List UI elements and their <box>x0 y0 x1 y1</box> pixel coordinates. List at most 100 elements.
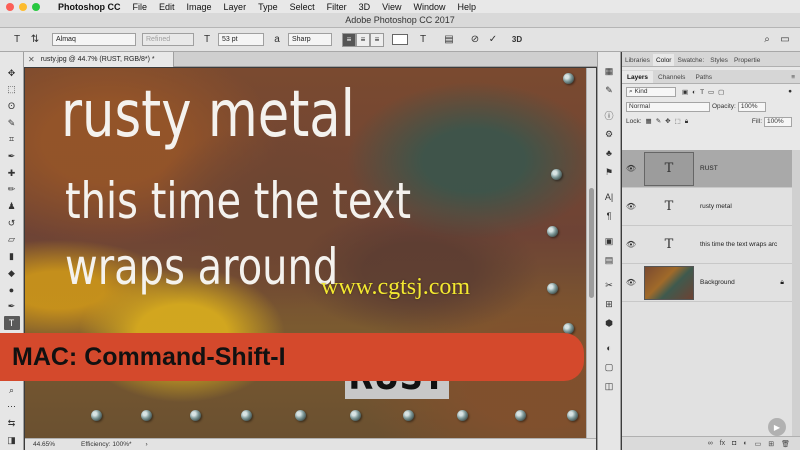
tab-paths[interactable]: Paths <box>690 71 717 83</box>
antialias-select[interactable]: Sharp <box>288 33 332 46</box>
cancel-edit-icon[interactable]: ⊘ <box>468 33 482 47</box>
fx-icon[interactable]: fx <box>720 440 725 447</box>
filter-toggle-icon[interactable]: ● <box>788 88 792 95</box>
status-menu-arrow-icon[interactable]: › <box>146 441 148 448</box>
tool-presets-icon[interactable]: ⚑ <box>602 165 616 179</box>
font-style-select[interactable]: Refined <box>142 33 194 46</box>
menu-layer[interactable]: Layer <box>224 2 247 12</box>
menu-app-name[interactable]: Photoshop CC <box>58 2 121 12</box>
new-group-icon[interactable]: ▭ <box>755 440 762 448</box>
fill-field[interactable]: 100% <box>764 116 792 127</box>
layer-row-rusty-metal[interactable]: 👁︎ T rusty metal <box>622 188 792 226</box>
add-mask-icon[interactable]: ◘ <box>732 440 736 447</box>
close-window-button[interactable] <box>6 2 14 11</box>
menu-edit[interactable]: Edit <box>159 2 175 12</box>
menu-3d[interactable]: 3D <box>359 2 371 12</box>
dodge-tool-icon[interactable]: ● <box>4 283 20 297</box>
eyedropper-tool-icon[interactable]: ✒ <box>4 149 20 163</box>
new-layer-icon[interactable]: ⊞ <box>768 440 774 448</box>
layer-row-wrap-text[interactable]: 👁︎ T this time the text wraps arc <box>622 226 792 264</box>
brush-tool-icon[interactable]: ✏ <box>4 183 20 197</box>
blend-mode-select[interactable]: Normal <box>626 101 710 112</box>
menu-select[interactable]: Select <box>290 2 315 12</box>
tab-layers[interactable]: Layers <box>622 71 653 83</box>
layer-row-rust[interactable]: 👁︎ T RUST <box>622 150 792 188</box>
adjustments-icon[interactable]: ⚙ <box>602 127 616 141</box>
play-icon[interactable]: ▶ <box>768 418 786 436</box>
font-family-select[interactable]: Almaq <box>52 33 136 46</box>
visibility-eye-icon[interactable]: 👁︎ <box>624 240 638 249</box>
tab-properties[interactable]: Propertie <box>731 54 763 66</box>
menu-file[interactable]: File <box>133 2 148 12</box>
menu-window[interactable]: Window <box>413 2 445 12</box>
document-tab[interactable]: ✕ rusty.jpg @ 44.7% (RUST, RGB/8*) * <box>24 52 174 67</box>
search-icon[interactable]: ⌕ <box>760 33 774 47</box>
tab-styles[interactable]: Styles <box>707 54 731 66</box>
marquee-tool-icon[interactable]: ⬚ <box>4 83 20 97</box>
3d-button[interactable]: 3D <box>510 33 524 47</box>
tab-channels[interactable]: Channels <box>653 71 690 83</box>
type-tool-preset-icon[interactable]: T <box>10 33 24 47</box>
layer-row-background[interactable]: 👁︎ Background 🔒︎ <box>622 264 792 302</box>
filter-type-icons[interactable]: ▣◐T▭▢ <box>682 88 728 96</box>
clone-source-icon[interactable]: ♣ <box>602 146 616 160</box>
opacity-field[interactable]: 100% <box>737 101 766 112</box>
visibility-eye-icon[interactable]: 👁︎ <box>624 164 638 173</box>
blur-tool-icon[interactable]: ◆ <box>4 266 20 280</box>
actions-panel-icon[interactable]: ✂ <box>602 278 616 292</box>
align-center-button[interactable]: ≡ <box>356 32 370 47</box>
commit-edit-icon[interactable]: ✓ <box>486 33 500 47</box>
menu-view[interactable]: View <box>382 2 401 12</box>
quick-select-tool-icon[interactable]: ✎ <box>4 116 20 130</box>
glyphs-panel-icon[interactable]: ▣ <box>602 234 616 248</box>
move-tool-icon[interactable]: ✥ <box>4 66 20 80</box>
close-tab-icon[interactable]: ✕ <box>28 55 35 64</box>
more-tools-icon[interactable]: ⋯ <box>4 400 20 414</box>
filter-kind-select[interactable]: ⌕ Kind <box>626 86 676 97</box>
link-layers-icon[interactable]: ∞ <box>708 440 713 447</box>
menu-help[interactable]: Help <box>457 2 476 12</box>
pen-tool-icon[interactable]: ✒ <box>4 300 20 314</box>
eraser-tool-icon[interactable]: ▱ <box>4 233 20 247</box>
history-brush-tool-icon[interactable]: ↺ <box>4 216 20 230</box>
layers-scrollbar[interactable] <box>792 150 800 436</box>
foreground-background-icon[interactable]: ◨ <box>4 433 20 447</box>
crop-tool-icon[interactable]: ⌗ <box>4 133 20 147</box>
text-color-swatch[interactable] <box>392 34 408 45</box>
canvas-vertical-scrollbar[interactable] <box>586 68 596 438</box>
tab-libraries[interactable]: Libraries <box>622 54 653 66</box>
visibility-eye-icon[interactable]: 👁︎ <box>624 278 638 287</box>
font-size-select[interactable]: 53 pt <box>218 33 264 46</box>
workspace-icon[interactable]: ▭ <box>778 33 792 47</box>
zoom-window-button[interactable] <box>32 2 40 11</box>
type-tool-icon[interactable]: T <box>3 316 20 331</box>
3d-panel-icon[interactable]: ⬢ <box>602 316 616 330</box>
adjustment-layer-icon[interactable]: ◐ <box>743 440 747 447</box>
canvas-text-line2[interactable]: this time the text <box>65 172 411 230</box>
history-panel-icon[interactable]: ▦ <box>602 64 616 78</box>
visibility-eye-icon[interactable]: 👁︎ <box>624 202 638 211</box>
menu-image[interactable]: Image <box>187 2 212 12</box>
canvas-text-rusty-metal[interactable]: rusty metal <box>61 78 355 152</box>
minimize-window-button[interactable] <box>19 2 27 11</box>
menu-type[interactable]: Type <box>258 2 278 12</box>
tab-color[interactable]: Color <box>652 54 675 66</box>
panel-menu-icon[interactable]: ≡ <box>786 71 800 83</box>
lock-icons[interactable]: ▦✎✥⬚🔒︎ <box>646 117 693 126</box>
zoom-level[interactable]: 44.65% <box>33 441 55 448</box>
timeline-panel-icon[interactable]: ⊞ <box>602 297 616 311</box>
info-panel-icon[interactable]: ⓘ <box>602 108 616 122</box>
text-orientation-icon[interactable]: ⇅ <box>28 33 42 47</box>
canvas-text-line3[interactable]: wraps around <box>65 238 338 296</box>
warp-text-icon[interactable]: T <box>416 33 430 47</box>
measurement-panel-icon[interactable]: ◫ <box>602 379 616 393</box>
brush-presets-icon[interactable]: ✎ <box>602 83 616 97</box>
lasso-tool-icon[interactable]: ʘ <box>4 99 20 113</box>
healing-tool-icon[interactable]: ✚ <box>4 166 20 180</box>
stamp-tool-icon[interactable]: ♟ <box>4 200 20 214</box>
character-panel-dock-icon[interactable]: A| <box>602 190 616 204</box>
styles-panel-icon[interactable]: ◐ <box>602 341 616 355</box>
align-right-button[interactable]: ≡ <box>370 32 384 47</box>
tab-swatches[interactable]: Swatche: <box>674 54 707 66</box>
paragraph-panel-icon[interactable]: ¶ <box>602 209 616 223</box>
